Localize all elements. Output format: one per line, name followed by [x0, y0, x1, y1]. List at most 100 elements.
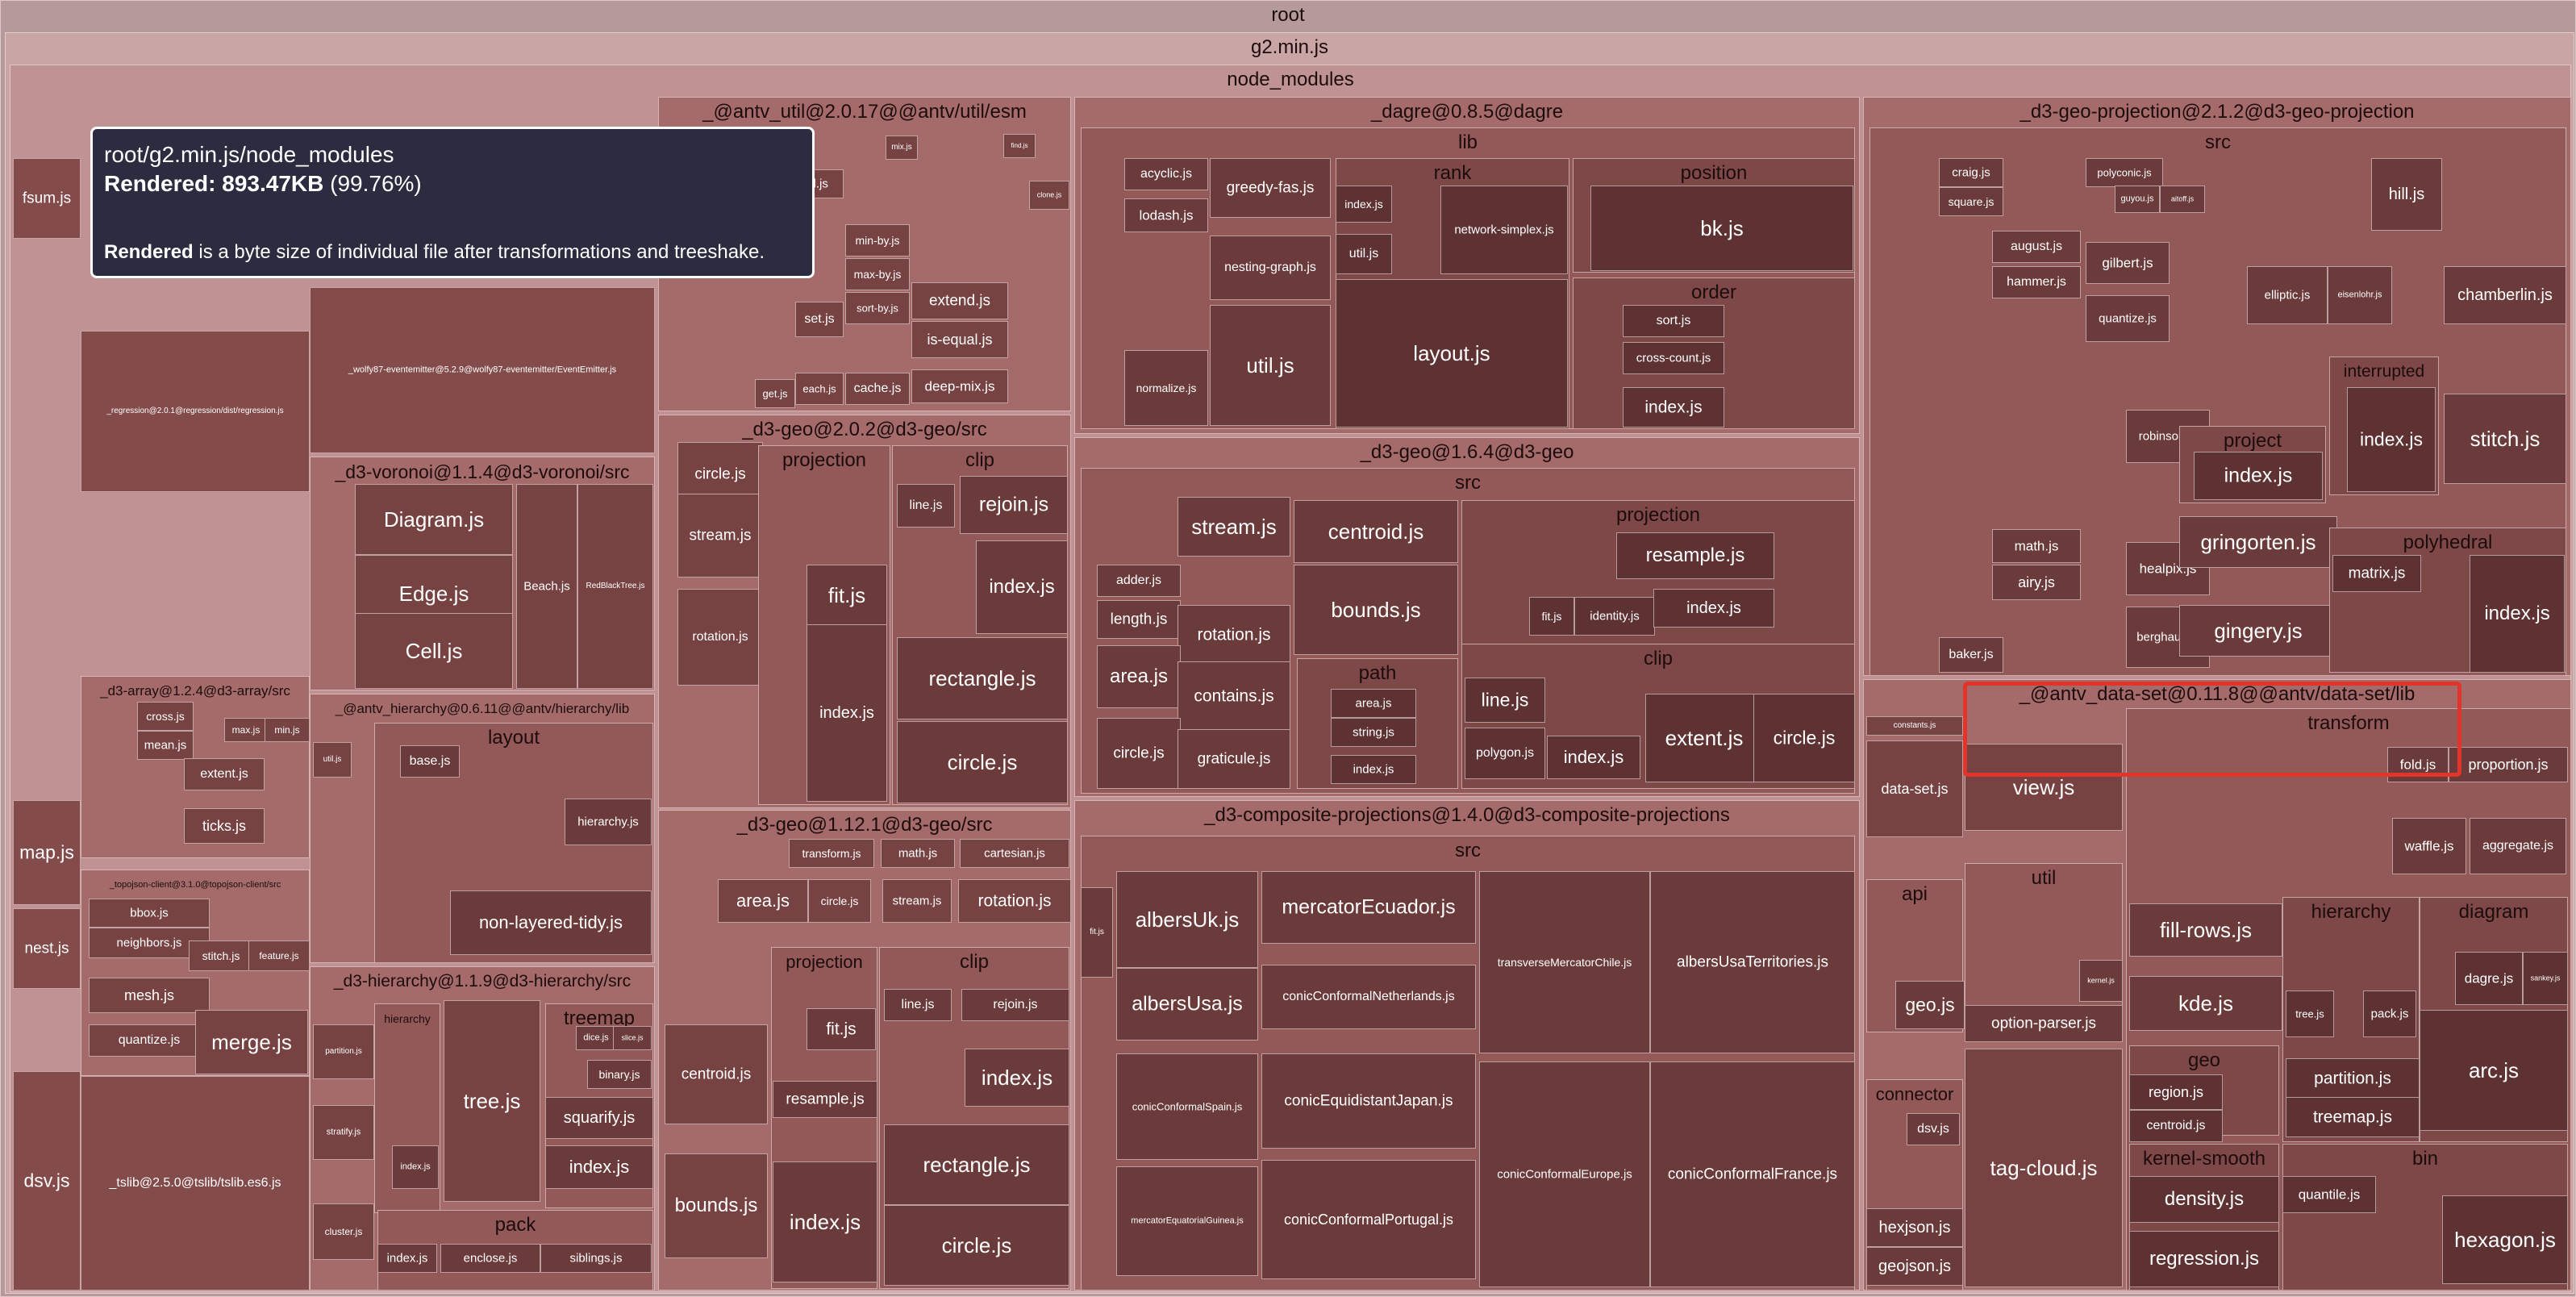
treemap-file-tree-js[interactable]: tree.js [2286, 990, 2334, 1037]
treemap-file-sort-js[interactable]: sort.js [1623, 305, 1724, 337]
treemap-file-mercatorecuador-js[interactable]: mercatorEcuador.js [1261, 871, 1476, 944]
treemap-file-transversemercatorchile-js[interactable]: transverseMercatorChile.js [1479, 871, 1650, 1053]
treemap-file-binary-js[interactable]: binary.js [587, 1060, 652, 1089]
treemap-file-kde-js[interactable]: kde.js [2129, 976, 2282, 1031]
treemap-file-constants-js[interactable]: constants.js [1866, 716, 1963, 736]
treemap-file-redblacktree-js[interactable]: RedBlackTree.js [577, 484, 653, 689]
treemap-file-rectangle-js[interactable]: rectangle.js [897, 637, 1068, 719]
treemap-file-index-js[interactable]: index.js [545, 1145, 653, 1189]
treemap-file-index-js[interactable]: index.js [1331, 755, 1416, 784]
treemap-file-bounds-js[interactable]: bounds.js [1294, 565, 1458, 655]
treemap-file-rotation-js[interactable]: rotation.js [677, 589, 763, 686]
treemap-file-stitch-js[interactable]: stitch.js [2444, 394, 2566, 484]
treemap-file-util-js[interactable]: util.js [313, 742, 352, 778]
treemap-file-greedy-fas-js[interactable]: greedy-fas.js [1210, 158, 1331, 218]
treemap-file-mercatorequatorialguinea-js[interactable]: mercatorEquatorialGuinea.js [1116, 1166, 1258, 1276]
treemap-file-acyclic-js[interactable]: acyclic.js [1124, 158, 1208, 190]
treemap-file-rotation-js[interactable]: rotation.js [1178, 605, 1290, 665]
treemap-file-albersuk-js[interactable]: albersUk.js [1116, 871, 1258, 968]
treemap-file-density-js[interactable]: density.js [2129, 1176, 2279, 1223]
treemap-file-each-js[interactable]: each.js [795, 373, 844, 405]
treemap-file-circle-js[interactable]: circle.js [1097, 718, 1181, 789]
treemap-file-conicconformaleurope-js[interactable]: conicConformalEurope.js [1479, 1061, 1650, 1287]
treemap-file-circle-js[interactable]: circle.js [884, 1205, 1069, 1286]
treemap-file-length-js[interactable]: length.js [1097, 600, 1181, 639]
treemap-file-dsv-js[interactable]: dsv.js [13, 1071, 81, 1291]
treemap-file-cluster-js[interactable]: cluster.js [313, 1203, 374, 1260]
treemap-file-extend-js[interactable]: extend.js [911, 282, 1008, 319]
treemap-file-square-js[interactable]: square.js [1939, 187, 2003, 216]
treemap-file-index-js[interactable]: index.js [2470, 555, 2565, 673]
treemap-file-cartesian-js[interactable]: cartesian.js [960, 839, 1069, 868]
treemap-file-conicconformalportugal-js[interactable]: conicConformalPortugal.js [1261, 1160, 1476, 1279]
treemap-file-area-js[interactable]: area.js [718, 879, 808, 923]
treemap-file-feature-js[interactable]: feature.js [248, 940, 310, 971]
treemap-file-data-set-js[interactable]: data-set.js [1866, 740, 1963, 837]
treemap-file-region-js[interactable]: region.js [2129, 1074, 2223, 1110]
treemap-file-slice-js[interactable]: slice.js [613, 1026, 652, 1050]
treemap-file-util-js[interactable]: util.js [1210, 305, 1331, 426]
treemap-file-circle-js[interactable]: circle.js [897, 721, 1068, 803]
treemap-file-rotation-js[interactable]: rotation.js [958, 879, 1071, 923]
treemap-file-beach-js[interactable]: Beach.js [516, 484, 577, 689]
treemap-file-conicconformalfrance-js[interactable]: conicConformalFrance.js [1650, 1061, 1855, 1287]
treemap-file-fill-rows-js[interactable]: fill-rows.js [2129, 903, 2282, 957]
treemap-file-index-js[interactable]: index.js [2194, 452, 2323, 500]
treemap-file-string-js[interactable]: string.js [1331, 718, 1416, 747]
treemap-file-cross-count-js[interactable]: cross-count.js [1623, 342, 1724, 374]
treemap-file-arc-js[interactable]: arc.js [2420, 1010, 2568, 1131]
treemap-file-min-js[interactable]: min.js [265, 718, 310, 742]
treemap-file-aitoff-js[interactable]: aitoff.js [2160, 186, 2205, 213]
treemap-file-rejoin-js[interactable]: rejoin.js [960, 476, 1068, 534]
treemap-file-math-js[interactable]: math.js [881, 839, 955, 868]
treemap-file-area-js[interactable]: area.js [1097, 645, 1181, 708]
treemap-file-clone-js[interactable]: clone.js [1029, 181, 1069, 210]
treemap-file-stream-js[interactable]: stream.js [1178, 497, 1290, 557]
treemap-file-adder-js[interactable]: adder.js [1097, 565, 1181, 597]
treemap-file-network-simplex-js[interactable]: network-simplex.js [1440, 186, 1568, 274]
treemap-file-august-js[interactable]: august.js [1992, 231, 2081, 263]
treemap-file-index-js[interactable]: index.js [392, 1145, 439, 1189]
treemap-file-index-js[interactable]: index.js [976, 540, 1068, 634]
treemap-file-nest-js[interactable]: nest.js [13, 908, 81, 989]
treemap-file-hierarchy-js[interactable]: hierarchy.js [565, 799, 652, 845]
treemap-file-index-js[interactable]: index.js [1623, 387, 1724, 427]
treemap-file-conicconformalspain-js[interactable]: conicConformalSpain.js [1116, 1053, 1258, 1160]
treemap-file-dagre-js[interactable]: dagre.js [2455, 952, 2523, 1005]
treemap-file-stream-js[interactable]: stream.js [882, 879, 952, 923]
treemap-file-centroid-js[interactable]: centroid.js [1294, 500, 1458, 563]
treemap-file-min-by-js[interactable]: min-by.js [845, 224, 910, 256]
treemap-file-ticks-js[interactable]: ticks.js [184, 808, 265, 844]
treemap-file-bbox-js[interactable]: bbox.js [89, 899, 210, 928]
treemap-file-resample-js[interactable]: resample.js [773, 1081, 877, 1118]
treemap-file-baker-js[interactable]: baker.js [1939, 637, 2003, 673]
treemap-file-conicequidistantjapan-js[interactable]: conicEquidistantJapan.js [1261, 1053, 1476, 1149]
treemap-file-centroid-js[interactable]: centroid.js [665, 1024, 768, 1124]
treemap-file-index-js[interactable]: index.js [773, 1161, 877, 1282]
treemap-file-index-js[interactable]: index.js [1653, 589, 1774, 628]
treemap-file-geojson-js[interactable]: geojson.js [1866, 1247, 1963, 1286]
treemap-file-airy-js[interactable]: airy.js [1992, 565, 2081, 600]
treemap-file-fit-js[interactable]: fit.js [1081, 887, 1113, 978]
treemap-file-area-js[interactable]: area.js [1331, 689, 1416, 718]
treemap-file-quantize-js[interactable]: quantize.js [89, 1024, 210, 1057]
treemap-file-index-js[interactable]: index.js [1547, 736, 1640, 779]
treemap-file-dsv-js[interactable]: dsv.js [1907, 1113, 1960, 1145]
treemap-file-is-equal-js[interactable]: is-equal.js [911, 321, 1008, 358]
treemap-file-layout-js[interactable]: layout.js [1336, 279, 1568, 427]
treemap-file-squarify-js[interactable]: squarify.js [545, 1097, 653, 1139]
treemap-file-guyou-js[interactable]: guyou.js [2115, 186, 2160, 213]
treemap-file-graticule-js[interactable]: graticule.js [1178, 729, 1290, 789]
treemap-file-centroid-js[interactable]: centroid.js [2129, 1110, 2223, 1142]
treemap-file-cross-js[interactable]: cross.js [137, 702, 194, 731]
treemap-file-gingery-js[interactable]: gingery.js [2179, 605, 2337, 657]
treemap-file-regression-js[interactable]: regression.js [2129, 1231, 2279, 1287]
treemap-file-diagram-js[interactable]: Diagram.js [355, 484, 513, 555]
treemap-file-eisenlohr-js[interactable]: eisenlohr.js [2328, 266, 2392, 324]
treemap-file-line-js[interactable]: line.js [897, 484, 955, 528]
treemap-file-non-layered-tidy-js[interactable]: non-layered-tidy.js [450, 890, 652, 955]
treemap-file-polyconic-js[interactable]: polyconic.js [2086, 158, 2163, 187]
treemap-file-sankey-js[interactable]: sankey.js [2523, 952, 2568, 1005]
treemap-file-tree-js[interactable]: tree.js [444, 1000, 540, 1202]
treemap-file-deep-mix-js[interactable]: deep-mix.js [911, 369, 1008, 403]
